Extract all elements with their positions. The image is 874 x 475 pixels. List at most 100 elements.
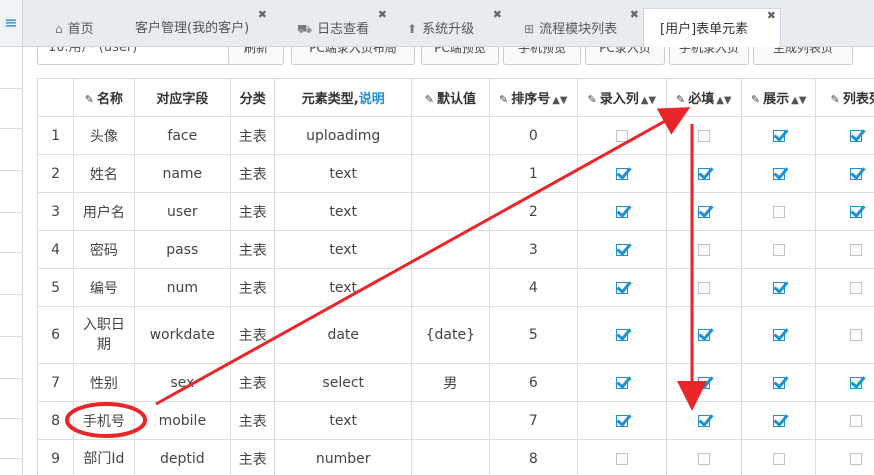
input-column-checkbox[interactable] (615, 129, 628, 142)
show-checkbox[interactable] (772, 376, 785, 389)
tab-4[interactable]: ⬆ 系统升级 ✖ (391, 8, 506, 46)
table-row[interactable]: 6 入职日期 workdate 主表 date {date} 5 (36, 306, 874, 364)
list-column-checkbox[interactable] (850, 281, 863, 294)
close-icon[interactable]: ✖ (630, 8, 639, 22)
field-cell: user (133, 192, 232, 231)
table-row[interactable]: 3 用户名 user 主表 text 2 (36, 192, 874, 231)
toolbar-button-6[interactable]: 手机录入页 (669, 47, 749, 65)
input-column-checkbox[interactable] (615, 452, 628, 465)
column-label: 分类 (239, 92, 266, 107)
sort-order-cell: 5 (488, 306, 579, 364)
required-checkbox[interactable] (697, 376, 710, 389)
toolbar-button-4[interactable]: 手机预览 (503, 47, 581, 65)
sidebar-divider (0, 88, 22, 89)
required-checkbox[interactable] (697, 452, 710, 465)
required-checkbox[interactable] (697, 205, 710, 218)
close-icon[interactable]: ✖ (258, 8, 267, 22)
input-column-checkbox[interactable] (615, 167, 628, 180)
list-column-checkbox-cell (815, 401, 874, 440)
list-column-checkbox[interactable] (850, 452, 863, 465)
tab-3[interactable]: ⛟ 日志查看 ✖ (281, 8, 391, 46)
name-cell: 姓名 (73, 154, 135, 193)
table-row[interactable]: 9 部门Id deptid 主表 number 8 (36, 439, 874, 475)
required-checkbox[interactable] (697, 129, 710, 142)
tab-2[interactable]: 客户管理(我的客户) ✖ (119, 8, 271, 46)
sort-icon[interactable]: ▲▼ (552, 95, 567, 106)
table-row[interactable]: 5 编号 num 主表 text 4 (36, 268, 874, 307)
close-icon[interactable]: ✖ (378, 8, 387, 22)
table-row[interactable]: 2 姓名 name 主表 text 1 (36, 154, 874, 193)
close-icon[interactable]: ✖ (493, 8, 502, 22)
input-column-checkbox[interactable] (615, 329, 628, 341)
list-column-checkbox[interactable] (850, 167, 863, 180)
toolbar-button-5[interactable]: PC录入页 (585, 47, 665, 65)
sort-order-cell: 1 (488, 154, 579, 193)
list-column-checkbox-cell (815, 439, 874, 475)
tab-label: 首页 (67, 22, 94, 37)
element-type-cell: text (274, 268, 413, 307)
toolbar-button-7[interactable]: 生成列表页 (753, 47, 853, 65)
column-header-6[interactable]: ✎ 排序号 ▲▼ (488, 78, 579, 117)
required-checkbox[interactable] (697, 414, 710, 427)
close-icon[interactable]: ✖ (767, 9, 776, 23)
input-column-checkbox[interactable] (615, 281, 628, 294)
module-select[interactable]: 10.用户 (user) (37, 47, 243, 65)
show-checkbox[interactable] (772, 281, 785, 294)
pencil-icon: ✎ (750, 93, 761, 106)
tab-1[interactable]: ⌂ 首页 (39, 8, 119, 46)
sort-order-cell: 4 (488, 268, 579, 307)
sort-icon[interactable]: ▲▼ (791, 95, 806, 106)
show-checkbox[interactable] (772, 329, 785, 341)
pencil-icon: ✎ (830, 93, 840, 106)
category-cell: 主表 (230, 192, 276, 231)
table-row[interactable]: 8 手机号 mobile 主表 text 7 (36, 401, 874, 440)
column-label: 对应字段 (156, 92, 209, 107)
menu-icon[interactable]: ≡ (0, 0, 22, 47)
name-cell: 入职日期 (73, 306, 135, 364)
toolbar-button-1[interactable]: 刷新 (228, 47, 284, 65)
show-checkbox-cell (740, 401, 817, 440)
sort-order-cell: 0 (488, 116, 579, 155)
table-row[interactable]: 4 密码 pass 主表 text 3 (36, 230, 874, 269)
column-header-8[interactable]: ✎ 必填 ▲▼ (665, 78, 743, 117)
list-column-checkbox[interactable] (850, 243, 863, 256)
sort-icon[interactable]: ▲▼ (641, 95, 656, 106)
input-column-checkbox[interactable] (615, 205, 628, 218)
list-column-checkbox[interactable] (850, 329, 863, 341)
field-cell: num (133, 268, 232, 307)
show-checkbox[interactable] (772, 243, 785, 256)
sort-order-cell: 7 (488, 401, 579, 440)
sort-icon[interactable]: ▲▼ (716, 95, 731, 106)
show-checkbox[interactable] (772, 452, 785, 465)
show-checkbox[interactable] (772, 167, 785, 180)
show-checkbox[interactable] (772, 129, 785, 142)
list-column-checkbox[interactable] (850, 414, 863, 427)
column-label: 列表列 (842, 92, 874, 107)
input-column-checkbox[interactable] (615, 414, 628, 427)
list-column-checkbox[interactable] (850, 376, 863, 389)
table-row[interactable]: 1 头像 face 主表 uploadimg 0 (36, 116, 874, 155)
tab-6[interactable]: [用户]表单元素 ✖ (643, 8, 781, 47)
list-column-checkbox[interactable] (850, 205, 863, 218)
input-column-checkbox[interactable] (615, 243, 628, 256)
table-row[interactable]: 7 性别 sex 主表 select 男 6 (36, 363, 874, 402)
toolbar-button-2[interactable]: PC端录入页布局 (291, 47, 415, 65)
element-type-cell: text (274, 230, 413, 269)
default-value-cell (411, 268, 490, 307)
default-value-cell (411, 401, 490, 440)
column-header-7[interactable]: ✎ 录入列 ▲▼ (577, 78, 667, 117)
required-checkbox[interactable] (697, 243, 710, 256)
sidebar-divider (0, 128, 22, 129)
required-checkbox[interactable] (697, 329, 710, 341)
list-column-checkbox[interactable] (850, 129, 863, 142)
input-column-checkbox[interactable] (615, 376, 628, 389)
input-column-checkbox-cell (577, 439, 667, 475)
required-checkbox[interactable] (697, 281, 710, 294)
show-checkbox[interactable] (772, 205, 785, 218)
type-help-link[interactable]: 说明 (359, 92, 385, 107)
required-checkbox[interactable] (697, 167, 710, 180)
tab-5[interactable]: ⊞ 流程模块列表 ✖ (508, 8, 643, 46)
show-checkbox[interactable] (772, 414, 785, 427)
column-header-9[interactable]: ✎ 展示 ▲▼ (740, 78, 817, 117)
toolbar-button-3[interactable]: PC端预览 (421, 47, 499, 65)
